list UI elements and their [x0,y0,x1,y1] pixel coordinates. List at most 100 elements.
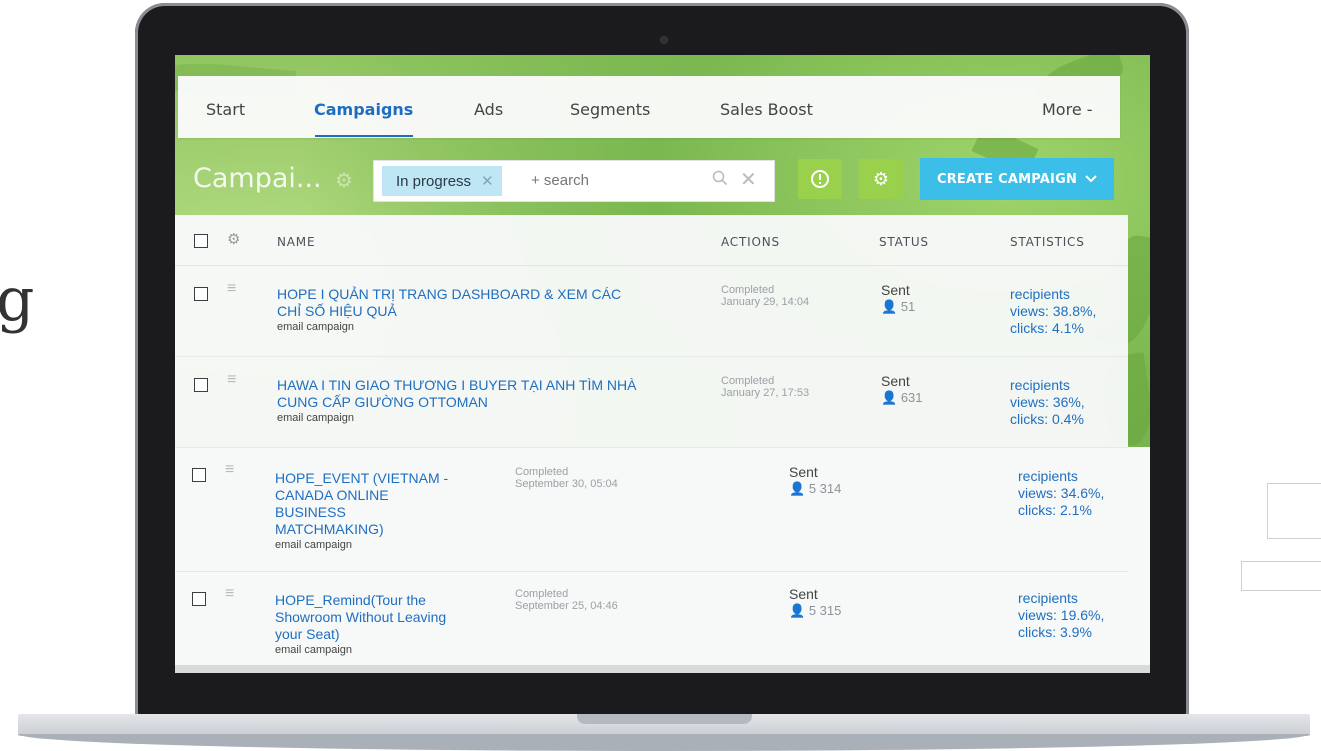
status-text: Sent [881,373,910,389]
create-campaign-button[interactable]: CREATE CAMPAIGN [920,158,1114,200]
stat-recipients[interactable]: recipients [1010,286,1070,303]
chip-close-icon[interactable]: ✕ [481,172,494,190]
nav-sales-boost[interactable]: Sales Boost [720,76,813,138]
campaign-name-line[interactable]: HOPE_Remind(Tour the [275,592,426,609]
campaign-name-line[interactable]: Showroom Without Leaving [275,609,446,626]
filter-search-box[interactable]: In progress ✕ ✕ [373,160,775,202]
nav-start[interactable]: Start [206,76,245,138]
recipient-count: 👤 631 [881,390,923,406]
status-text: Sent [789,464,818,480]
action-status: Completed [515,588,569,600]
user-icon: 👤 [881,299,898,314]
create-campaign-label: CREATE CAMPAIGN [936,171,1078,187]
recipient-count-value: 631 [900,390,923,405]
table-row[interactable]: ≡ HAWA I TIN GIAO THƯƠNG I BUYER TẠI ANH… [175,357,1128,448]
gear-icon[interactable]: ⚙ [335,168,353,193]
action-date: January 27, 17:53 [721,387,810,399]
row-checkbox[interactable] [192,592,206,606]
campaign-name-line[interactable]: CUNG CẤP GIƯỜNG OTTOMAN [277,394,488,411]
recipient-count-value: 5 315 [808,603,842,618]
row-checkbox[interactable] [194,378,208,392]
action-status: Completed [721,375,775,387]
drag-handle-icon[interactable]: ≡ [227,371,236,389]
status-text: Sent [881,282,910,298]
stat-recipients[interactable]: recipients [1018,590,1078,607]
settings-button[interactable]: ⚙ [859,159,903,199]
campaign-name-line[interactable]: HOPE_EVENT (VIETNAM - [275,470,448,487]
screen: Start Campaigns Ads Segments Sales Boost… [175,55,1150,672]
recipient-count-value: 51 [900,299,916,314]
campaign-type: email campaign [275,539,353,551]
campaign-name-line[interactable]: MATCHMAKING) [275,521,384,538]
recipient-count-value: 5 314 [808,481,842,496]
stat-clicks[interactable]: clicks: 4.1% [1010,320,1084,337]
filter-chip-label: In progress [396,172,472,190]
stat-recipients[interactable]: recipients [1010,377,1070,394]
drag-handle-icon[interactable]: ≡ [227,280,236,298]
stat-clicks[interactable]: clicks: 2.1% [1018,502,1092,519]
table-row[interactable]: ≡ HOPE_EVENT (VIETNAM - CANADA ONLINE BU… [175,448,1128,572]
nav-campaigns[interactable]: Campaigns [314,76,413,138]
side-letter: g [0,265,35,335]
user-icon: 👤 [881,390,898,405]
table-row[interactable]: ≡ HOPE_Remind(Tour the Showroom Without … [175,572,1128,672]
gear-icon[interactable]: ⚙ [227,230,240,248]
stat-views[interactable]: views: 34.6%, [1018,485,1104,502]
action-date: September 25, 04:46 [515,600,618,612]
filter-chip[interactable]: In progress ✕ [382,166,502,196]
campaign-name-line[interactable]: HAWA I TIN GIAO THƯƠNG I BUYER TẠI ANH T… [277,377,637,394]
nav-more[interactable]: More - [1042,76,1093,138]
column-header-actions: ACTIONS [721,235,780,249]
column-header-statistics: STATISTICS [1010,235,1085,249]
stat-recipients[interactable]: recipients [1018,468,1078,485]
campaign-name-line[interactable]: BUSINESS [275,504,346,521]
search-icon[interactable] [712,170,728,191]
active-tab-indicator [315,135,413,137]
laptop-base-bottom [18,734,1310,751]
gear-icon: ⚙ [872,169,890,189]
table-header: ⚙ NAME ACTIONS STATUS STATISTICS [175,215,1128,266]
decorative-box [1267,483,1321,539]
campaign-type: email campaign [275,644,353,656]
campaign-name-line[interactable]: CANADA ONLINE [275,487,389,504]
campaign-name-line[interactable]: HOPE I QUẢN TRỊ TRANG DASHBOARD & XEM CÁ… [277,286,621,303]
table-row[interactable]: ≡ HOPE I QUẢN TRỊ TRANG DASHBOARD & XEM … [175,266,1128,357]
screen-bottom-edge [175,665,1150,673]
stat-clicks[interactable]: clicks: 0.4% [1010,411,1084,428]
column-header-name[interactable]: NAME [277,235,315,249]
recipient-count: 👤 5 315 [789,603,841,619]
page-title: Campai... [193,163,322,194]
drag-handle-icon[interactable]: ≡ [225,461,234,479]
action-date: September 30, 05:04 [515,478,618,490]
campaign-name-line[interactable]: your Seat) [275,626,340,643]
user-icon: 👤 [789,481,806,496]
top-nav: Start Campaigns Ads Segments Sales Boost… [178,76,1120,138]
action-status: Completed [721,284,775,296]
chevron-down-icon [1085,172,1097,187]
recipient-count: 👤 51 [881,299,915,315]
campaigns-table: ⚙ NAME ACTIONS STATUS STATISTICS ≡ HOPE … [175,215,1128,672]
info-icon [811,170,829,188]
campaign-type: email campaign [277,412,355,424]
select-all-checkbox[interactable] [194,234,208,248]
column-header-status[interactable]: STATUS [879,235,929,249]
search-input[interactable] [529,171,683,190]
action-status: Completed [515,466,569,478]
clear-search-icon[interactable]: ✕ [740,167,757,192]
camera [660,36,668,44]
alert-button[interactable] [798,159,842,199]
status-text: Sent [789,586,818,602]
action-date: January 29, 14:04 [721,296,810,308]
user-icon: 👤 [789,603,806,618]
stat-views[interactable]: views: 38.8%, [1010,303,1096,320]
row-checkbox[interactable] [192,468,206,482]
decorative-box [1241,561,1321,591]
stat-clicks[interactable]: clicks: 3.9% [1018,624,1092,641]
row-checkbox[interactable] [194,287,208,301]
nav-segments[interactable]: Segments [570,76,650,138]
stat-views[interactable]: views: 19.6%, [1018,607,1104,624]
campaign-name-line[interactable]: CHỈ SỐ HIỆU QUẢ [277,303,397,320]
drag-handle-icon[interactable]: ≡ [225,585,234,603]
stat-views[interactable]: views: 36%, [1010,394,1085,411]
nav-ads[interactable]: Ads [474,76,503,138]
